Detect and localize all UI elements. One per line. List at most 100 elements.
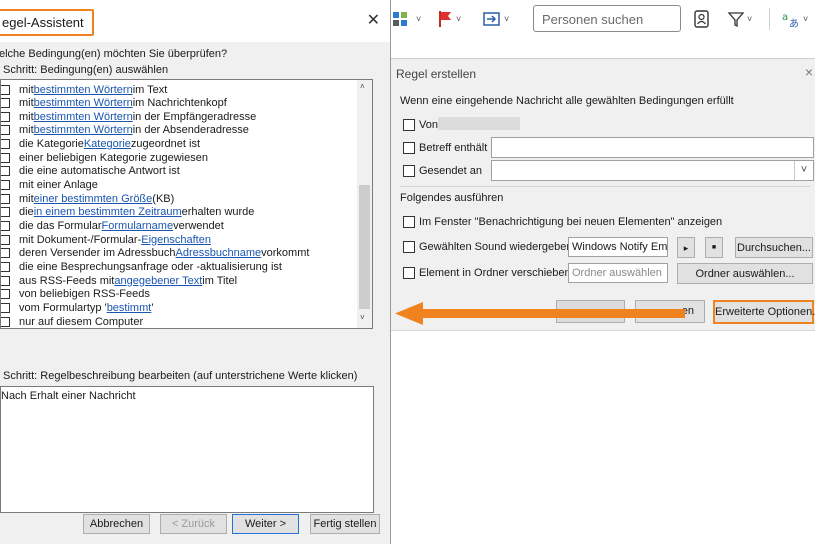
cancel-button[interactable]: Abbrechen — [83, 514, 150, 534]
condition-checkbox[interactable] — [1, 261, 10, 272]
condition-link[interactable]: bestimmten Wörtern — [34, 84, 133, 96]
toolbar-gap — [391, 40, 815, 58]
scrollbar-thumb[interactable] — [359, 185, 370, 309]
condition-text: mit — [19, 124, 34, 137]
flag-icon[interactable]: ˅ — [436, 8, 461, 30]
from-checkbox[interactable] — [403, 119, 415, 131]
condition-link[interactable]: bestimmten Wörtern — [34, 111, 133, 123]
svg-text:あ: あ — [789, 18, 799, 29]
condition-link[interactable]: bestimmt — [107, 302, 152, 314]
view-grid-icon[interactable]: ˅ — [392, 8, 421, 30]
sent-to-checkbox[interactable] — [403, 165, 415, 177]
folder-input[interactable]: Ordner auswählen — [568, 263, 668, 283]
condition-text: einer beliebigen Kategorie zugewiesen — [19, 151, 208, 164]
condition-link[interactable]: in einem bestimmten Zeitraum — [34, 206, 182, 218]
condition-row[interactable]: mit bestimmten Wörtern im Nachrichtenkop… — [1, 97, 227, 110]
condition-row[interactable]: die eine Besprechungsanfrage oder -aktua… — [1, 260, 282, 273]
chevron-down-icon[interactable]: ˅ — [794, 161, 813, 180]
stop-sound-button[interactable]: ■ — [705, 237, 723, 258]
condition-checkbox[interactable] — [1, 289, 10, 300]
empty-area — [391, 330, 815, 545]
rules-wizard-dialog: egel-Assistent ✕ elche Bedingung(en) möc… — [0, 0, 391, 544]
condition-row[interactable]: mit einer bestimmten Größe (KB) — [1, 192, 174, 205]
condition-row[interactable]: mit einer Anlage — [1, 179, 98, 192]
condition-row[interactable]: vom Formulartyp ' bestimmt ' — [1, 301, 153, 314]
play-sound-checkbox[interactable] — [403, 241, 415, 253]
close-icon[interactable]: × — [805, 64, 813, 80]
advanced-options-button[interactable]: Erweiterte Optionen... — [713, 300, 815, 324]
people-search-input[interactable]: Personen suchen — [533, 5, 681, 32]
subject-input[interactable] — [491, 137, 814, 158]
condition-checkbox[interactable] — [1, 166, 10, 177]
condition-row[interactable]: einer beliebigen Kategorie zugewiesen — [1, 151, 208, 164]
condition-checkbox[interactable] — [1, 275, 10, 286]
condition-checkbox[interactable] — [1, 234, 10, 245]
step1-heading: Schritt: Bedingung(en) auswählen — [3, 64, 169, 76]
conditions-list: mit bestimmten Wörtern im Text mit bestim… — [0, 79, 373, 329]
sound-file-input[interactable]: Windows Notify Email. — [568, 237, 668, 257]
condition-checkbox[interactable] — [1, 248, 10, 259]
scrollbar[interactable]: ˄ ˅ — [357, 80, 372, 328]
condition-link[interactable]: angegebener Text — [114, 275, 202, 287]
choose-folder-button[interactable]: Ordner auswählen... — [677, 263, 813, 284]
condition-text: in der Absenderadresse — [132, 124, 249, 137]
condition-row[interactable]: von beliebigen RSS-Feeds — [1, 288, 150, 301]
sent-to-dropdown[interactable]: ˅ — [491, 160, 814, 181]
condition-text: deren Versender im Adressbuch — [19, 247, 176, 260]
condition-row[interactable]: nur auf diesem Computer — [1, 315, 143, 328]
condition-link[interactable]: Formularname — [102, 220, 174, 232]
orange-arrow-annotation — [395, 302, 685, 325]
condition-row[interactable]: mit bestimmten Wörtern im Text — [1, 83, 167, 96]
condition-link[interactable]: Kategorie — [84, 138, 131, 150]
finish-button[interactable]: Fertig stellen — [310, 514, 380, 534]
condition-checkbox[interactable] — [1, 207, 10, 218]
condition-checkbox[interactable] — [1, 84, 10, 95]
condition-checkbox[interactable] — [1, 139, 10, 150]
condition-checkbox[interactable] — [1, 98, 10, 109]
condition-text: nur auf diesem Computer — [19, 315, 144, 328]
condition-link[interactable]: bestimmten Wörtern — [34, 124, 133, 136]
condition-link[interactable]: Adressbuchname — [176, 247, 262, 259]
condition-checkbox[interactable] — [1, 193, 10, 204]
condition-text: erhalten wurde — [181, 206, 255, 219]
next-button[interactable]: Weiter > — [232, 514, 299, 534]
condition-row[interactable]: die eine automatische Antwort ist — [1, 165, 180, 178]
show-alert-checkbox[interactable] — [403, 216, 415, 228]
filter-icon[interactable]: ˅ — [727, 8, 752, 30]
close-icon[interactable]: ✕ — [367, 10, 380, 30]
play-sound-button[interactable]: ▸ — [677, 237, 695, 258]
condition-link[interactable]: Eigenschaften — [141, 234, 211, 246]
move-to-folder-checkbox[interactable] — [403, 267, 415, 279]
condition-row[interactable]: mit bestimmten Wörtern in der Empfängera… — [1, 110, 256, 123]
condition-row[interactable]: mit Dokument-/Formular- Eigenschaften — [1, 233, 211, 246]
condition-row[interactable]: die in einem bestimmten Zeitraum erhalte… — [1, 206, 254, 219]
contact-card-icon[interactable] — [693, 8, 711, 30]
translate-icon[interactable]: aあ ˅ — [781, 8, 808, 30]
condition-link[interactable]: bestimmten Wörtern — [34, 97, 133, 109]
condition-row[interactable]: die das Formular Formularname verwendet — [1, 220, 224, 233]
condition-row[interactable]: die Kategorie Kategorie zugeordnet ist — [1, 138, 200, 151]
condition-text: vorkommt — [261, 247, 310, 260]
condition-checkbox[interactable] — [1, 152, 10, 163]
condition-checkbox[interactable] — [1, 316, 10, 327]
condition-row[interactable]: deren Versender im Adressbuch Adressbuch… — [1, 247, 309, 260]
step2-heading: Schritt: Regelbeschreibung bearbeiten (a… — [3, 370, 358, 382]
condition-row[interactable]: aus RSS-Feeds mit angegebener Text im Ti… — [1, 274, 237, 287]
subject-checkbox[interactable] — [403, 142, 415, 154]
condition-text: mit Dokument-/Formular- — [19, 233, 142, 246]
subject-label: Betreff enthält — [419, 142, 488, 154]
condition-checkbox[interactable] — [1, 180, 10, 191]
condition-checkbox[interactable] — [1, 111, 10, 122]
scroll-down-icon[interactable]: ˅ — [360, 313, 365, 322]
condition-checkbox[interactable] — [1, 302, 10, 313]
condition-link[interactable]: einer bestimmten Größe — [34, 193, 153, 205]
move-folder-icon[interactable]: ˅ — [482, 8, 509, 30]
condition-checkbox[interactable] — [1, 221, 10, 231]
back-button[interactable]: < Zurück — [160, 514, 227, 534]
browse-button[interactable]: Durchsuchen... — [735, 237, 813, 258]
condition-checkbox[interactable] — [1, 125, 10, 136]
scroll-up-icon[interactable]: ˄ — [360, 82, 365, 91]
rule-description-box: Nach Erhalt einer Nachricht — [0, 386, 374, 513]
outlook-toolbar: ˅ ˅ ˅ Personen suchen ˅ aあ ˅ — [391, 0, 815, 41]
condition-row[interactable]: mit bestimmten Wörtern in der Absenderad… — [1, 124, 249, 137]
